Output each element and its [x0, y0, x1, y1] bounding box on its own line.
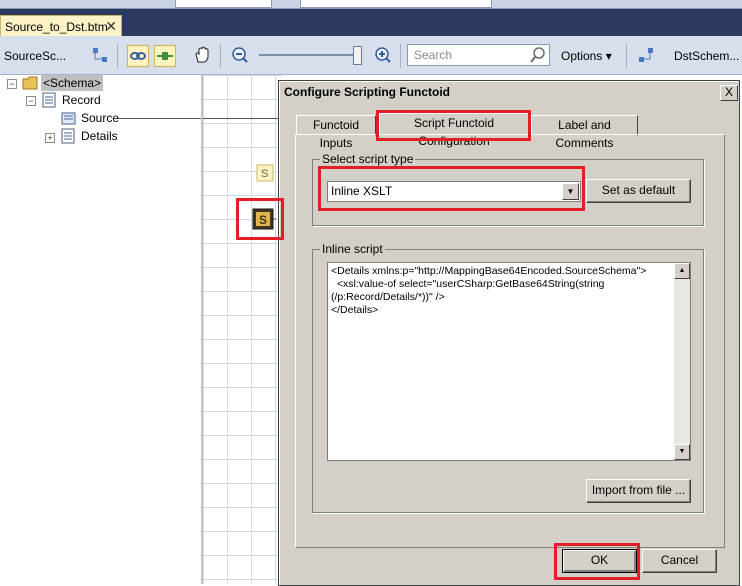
document-tab-title: Source_to_Dst.btm: [5, 20, 108, 34]
dialog-titlebar: Configure Scripting Functoid X: [281, 83, 738, 101]
configure-scripting-functoid-dialog: Configure Scripting Functoid X Functoid …: [278, 80, 740, 586]
close-tab-icon[interactable]: ✕: [105, 18, 117, 35]
source-schema-label: SourceSc...: [4, 49, 67, 63]
tab-label-and-comments[interactable]: Label and Comments: [531, 115, 638, 150]
expand-details-icon[interactable]: +: [45, 133, 55, 143]
folder-icon: [22, 76, 38, 93]
inline-script-textarea[interactable]: <Details xmlns:p="http://MappingBase64En…: [327, 262, 691, 461]
link-schema-icon[interactable]: [90, 45, 110, 65]
functoid-icon[interactable]: [154, 45, 176, 67]
toolbar-separator: [400, 44, 401, 68]
script-type-select[interactable]: Inline XSLT ▼: [327, 181, 581, 202]
import-from-file-button[interactable]: Import from file ...: [586, 479, 691, 503]
details-record-icon: [61, 128, 75, 147]
toolbar-separator: [626, 44, 627, 68]
svg-text:S: S: [259, 213, 267, 227]
svg-text:S: S: [261, 168, 268, 180]
record-icon: [42, 92, 56, 111]
mapper-toolbar: SourceSc... Options ▾ DstSchem...: [0, 36, 742, 75]
link-icon[interactable]: [127, 45, 149, 67]
zoom-slider-track[interactable]: [259, 54, 359, 56]
field-element-icon: [61, 110, 77, 129]
top-combo[interactable]: [175, 0, 272, 8]
search-icon[interactable]: [529, 46, 547, 67]
options-menu[interactable]: Options ▾: [561, 49, 612, 63]
cancel-button[interactable]: Cancel: [642, 549, 717, 573]
options-label: Options: [561, 49, 603, 63]
link-schema-right-icon[interactable]: [636, 45, 656, 65]
search-box[interactable]: [407, 44, 550, 66]
document-tab-bar: Source_to_Dst.btm ✕: [0, 9, 742, 37]
collapse-schema-icon[interactable]: −: [7, 79, 17, 89]
script-type-group-label: Select script type: [320, 152, 416, 166]
dialog-title: Configure Scripting Functoid: [284, 85, 450, 99]
zoom-out-icon[interactable]: [230, 45, 250, 65]
document-tab[interactable]: Source_to_Dst.btm ✕: [0, 15, 122, 37]
scripting-functoid-icon[interactable]: S: [252, 208, 276, 233]
script-scrollbar[interactable]: ▲ ▼: [674, 263, 690, 460]
inline-script-text: <Details xmlns:p="http://MappingBase64En…: [331, 265, 647, 316]
toolbar-separator: [117, 44, 118, 68]
script-type-value: Inline XSLT: [331, 184, 393, 198]
tree-node-details[interactable]: Details: [81, 128, 118, 144]
close-icon[interactable]: X: [720, 85, 738, 101]
zoom-in-icon[interactable]: [373, 45, 393, 65]
scroll-down-icon[interactable]: ▼: [674, 444, 690, 460]
link-line: [118, 118, 201, 119]
inline-script-group-label: Inline script: [320, 242, 385, 256]
functoid-placeholder-icon[interactable]: S: [256, 164, 274, 185]
chevron-down-icon[interactable]: ▼: [562, 183, 579, 200]
search-input[interactable]: [412, 45, 526, 65]
destination-schema-label: DstSchem...: [674, 49, 740, 63]
top-menu-strip: [0, 0, 742, 9]
zoom-slider-thumb[interactable]: [353, 46, 362, 65]
scroll-up-icon[interactable]: ▲: [674, 263, 690, 279]
tree-node-source[interactable]: Source: [81, 110, 119, 126]
toolbar-separator: [220, 44, 221, 68]
tree-node-schema[interactable]: <Schema>: [41, 75, 104, 91]
source-schema-tree: − <Schema> − Record Source + Details: [0, 75, 201, 584]
tab-functoid-inputs[interactable]: Functoid Inputs: [296, 115, 376, 150]
ok-button[interactable]: OK: [562, 549, 637, 573]
set-as-default-button[interactable]: Set as default: [586, 179, 691, 203]
tree-node-record[interactable]: Record: [62, 92, 101, 108]
pan-hand-icon[interactable]: [192, 45, 212, 65]
top-find-box[interactable]: [300, 0, 492, 8]
tab-script-functoid-configuration[interactable]: Script Functoid Configuration: [379, 113, 529, 148]
link-line: [203, 118, 282, 119]
collapse-record-icon[interactable]: −: [26, 96, 36, 106]
mapping-grid[interactable]: S S: [203, 75, 282, 584]
